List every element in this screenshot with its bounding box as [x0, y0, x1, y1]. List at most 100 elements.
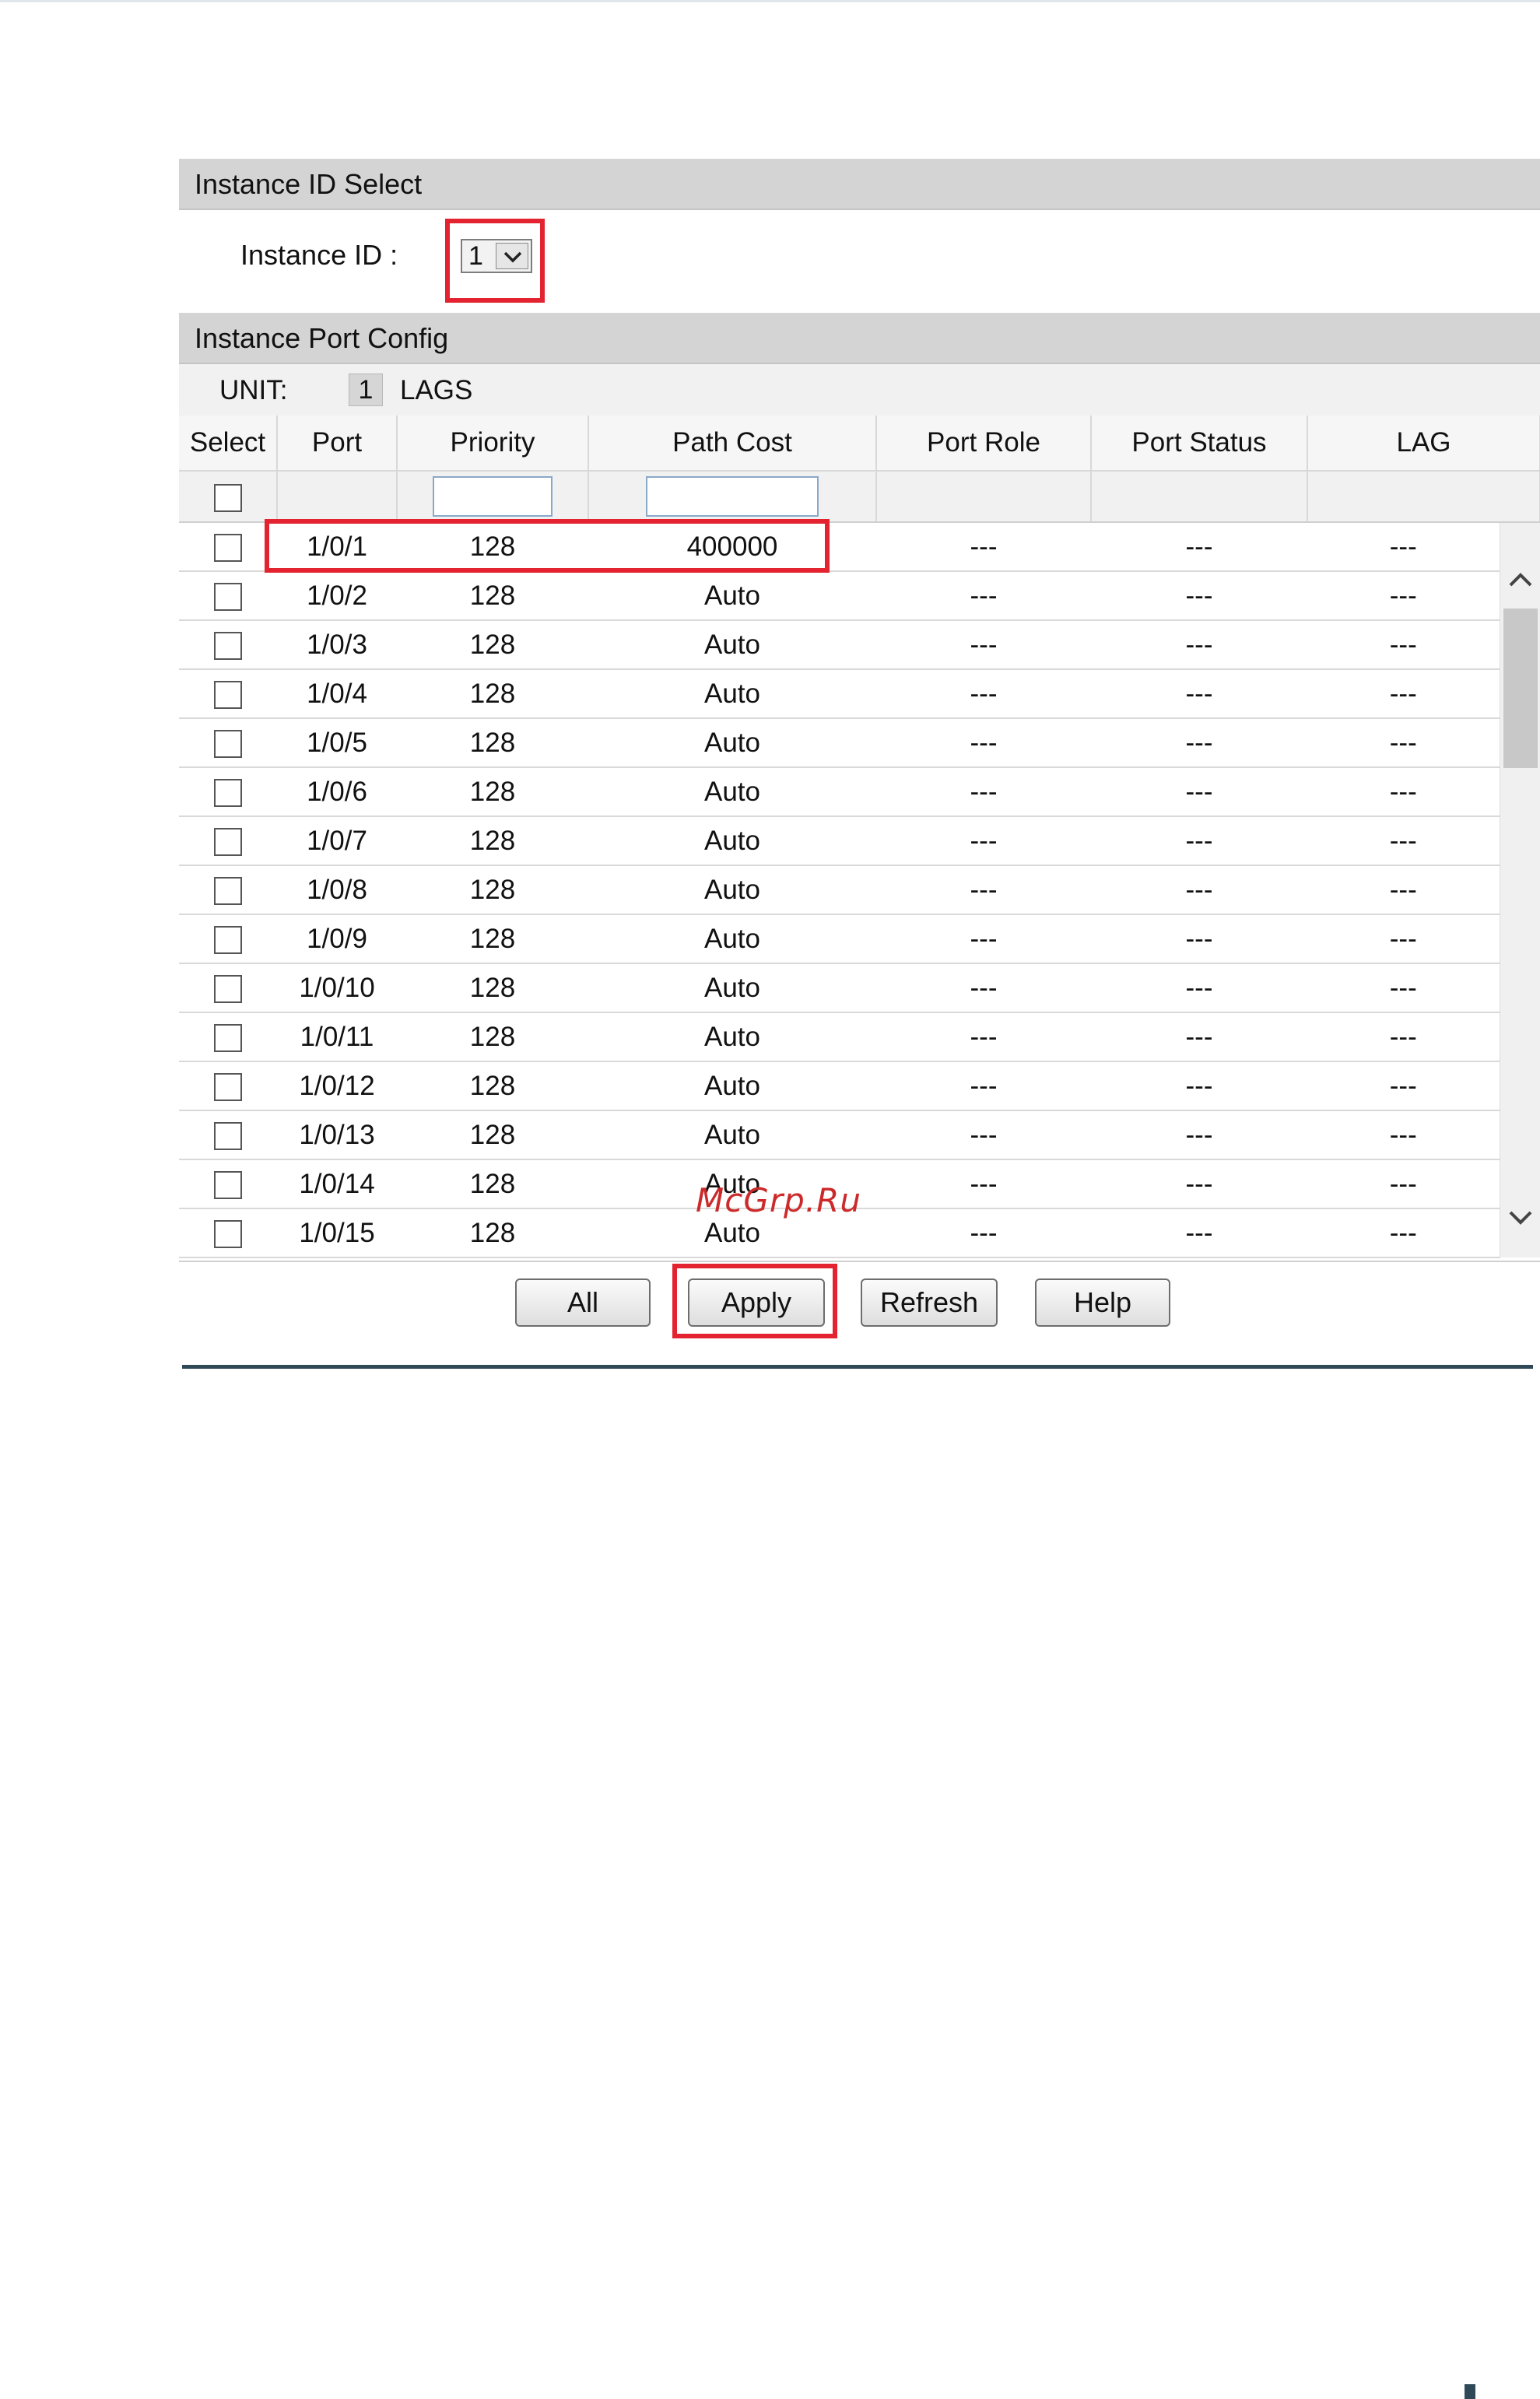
top-rule: [0, 0, 1540, 2]
port-role-cell: ---: [876, 1061, 1091, 1111]
priority-cell: 128: [397, 865, 588, 915]
row-checkbox[interactable]: [214, 583, 242, 612]
select-cell: [179, 914, 277, 964]
port-status-cell: ---: [1091, 767, 1307, 817]
row-checkbox[interactable]: [214, 828, 242, 857]
row-checkbox[interactable]: [214, 1220, 242, 1249]
column-header-port-role: Port Role: [876, 416, 1092, 472]
help-button[interactable]: Help: [1035, 1278, 1170, 1327]
port-status-cell: ---: [1091, 1208, 1307, 1258]
table-row[interactable]: 1/0/2 128 Auto --- --- ---: [179, 571, 1540, 621]
priority-cell: 128: [397, 669, 588, 719]
select-cell: [179, 767, 277, 817]
path-cost-input[interactable]: [646, 476, 819, 517]
priority-cell: 128: [397, 1012, 588, 1062]
row-checkbox[interactable]: [214, 877, 242, 906]
select-cell: [179, 620, 277, 670]
vertical-scrollbar[interactable]: [1499, 522, 1540, 1257]
row-checkbox[interactable]: [214, 681, 242, 710]
unit-tab-1[interactable]: 1: [349, 374, 383, 406]
row-checkbox[interactable]: [214, 1024, 242, 1053]
port-status-cell: ---: [1091, 1012, 1307, 1062]
table-row[interactable]: 1/0/12 128 Auto --- --- ---: [179, 1061, 1540, 1111]
lag-cell: ---: [1307, 914, 1500, 964]
scrollbar-track[interactable]: [1500, 523, 1540, 1257]
port-cell: 1/0/15: [277, 1208, 397, 1258]
select-cell: [179, 669, 277, 719]
port-cell: 1/0/6: [277, 767, 397, 817]
table-row[interactable]: 1/0/9 128 Auto --- --- ---: [179, 914, 1540, 964]
table-row[interactable]: 1/0/3 128 Auto --- --- ---: [179, 620, 1540, 670]
priority-cell: 128: [397, 767, 588, 817]
select-cell: [179, 816, 277, 866]
row-checkbox[interactable]: [214, 1171, 242, 1200]
scrollbar-thumb[interactable]: [1503, 609, 1538, 768]
filter-port-role-cell: [876, 471, 1092, 523]
port-role-cell: ---: [876, 571, 1091, 621]
port-status-cell: ---: [1091, 1159, 1307, 1209]
port-cell: 1/0/14: [277, 1159, 397, 1209]
port-rows: 1/0/1 128 400000 --- --- --- 1/0/2 128 Auto --- --…: [179, 522, 1540, 1258]
table-row[interactable]: 1/0/5 128 Auto --- --- ---: [179, 718, 1540, 768]
path-cost-cell: Auto: [588, 914, 876, 964]
table-row[interactable]: 1/0/6 128 Auto --- --- ---: [179, 767, 1540, 817]
select-cell: [179, 1159, 277, 1209]
port-cell: 1/0/11: [277, 1012, 397, 1062]
port-role-cell: ---: [876, 718, 1091, 768]
select-cell: [179, 963, 277, 1013]
port-status-cell: ---: [1091, 1110, 1307, 1160]
select-cell: [179, 865, 277, 915]
row-checkbox[interactable]: [214, 975, 242, 1004]
port-role-cell: ---: [876, 1159, 1091, 1209]
unit-row: UNIT: 1 LAGS: [179, 364, 1540, 416]
select-all-checkbox[interactable]: [213, 483, 242, 512]
table-row[interactable]: 1/0/10 128 Auto --- --- ---: [179, 963, 1540, 1013]
table-row[interactable]: 1/0/4 128 Auto --- --- ---: [179, 669, 1540, 719]
path-cost-cell: Auto: [588, 718, 876, 768]
port-role-cell: ---: [876, 669, 1091, 719]
chevron-down-icon[interactable]: [1507, 1203, 1535, 1231]
port-cell: 1/0/10: [277, 963, 397, 1013]
table-row[interactable]: 1/0/7 128 Auto --- --- ---: [179, 816, 1540, 866]
lag-cell: ---: [1307, 1159, 1500, 1209]
all-button[interactable]: All: [515, 1278, 651, 1327]
row-checkbox[interactable]: [214, 926, 242, 955]
row-checkbox[interactable]: [214, 1073, 242, 1102]
lags-tab[interactable]: LAGS: [400, 374, 472, 408]
column-header-path-cost: Path Cost: [588, 416, 877, 472]
filter-port-cell: [277, 471, 398, 523]
chevron-up-icon[interactable]: [1507, 566, 1535, 594]
refresh-button[interactable]: Refresh: [861, 1278, 998, 1327]
row-checkbox[interactable]: [214, 632, 242, 661]
path-cost-cell: Auto: [588, 816, 876, 866]
table-row[interactable]: 1/0/11 128 Auto --- --- ---: [179, 1012, 1540, 1062]
path-cost-cell: Auto: [588, 620, 876, 670]
lag-cell: ---: [1307, 620, 1500, 670]
row-checkbox[interactable]: [214, 534, 242, 563]
priority-cell: 128: [397, 963, 588, 1013]
lag-cell: ---: [1307, 718, 1500, 768]
port-role-cell: ---: [876, 816, 1091, 866]
priority-cell: 128: [397, 1159, 588, 1209]
lag-cell: ---: [1307, 1110, 1500, 1160]
path-cost-cell: Auto: [588, 1012, 876, 1062]
filter-path-cost-cell: [588, 471, 877, 523]
lag-cell: ---: [1307, 816, 1500, 866]
filter-port-status-cell: [1091, 471, 1308, 523]
apply-button-highlight: [672, 1264, 837, 1338]
row-checkbox[interactable]: [214, 1122, 242, 1151]
priority-input[interactable]: [433, 476, 553, 517]
port-cell: 1/0/5: [277, 718, 397, 768]
table-row[interactable]: 1/0/8 128 Auto --- --- ---: [179, 865, 1540, 915]
priority-cell: 128: [397, 571, 588, 621]
table-row[interactable]: 1/0/13 128 Auto --- --- ---: [179, 1110, 1540, 1160]
corner-mark: [1465, 2384, 1475, 2399]
row-checkbox[interactable]: [214, 779, 242, 808]
port-status-cell: ---: [1091, 522, 1307, 572]
priority-cell: 128: [397, 620, 588, 670]
select-cell: [179, 718, 277, 768]
row-checkbox[interactable]: [214, 730, 242, 759]
bottom-rule: [182, 1365, 1533, 1369]
priority-cell: 128: [397, 1208, 588, 1258]
path-cost-cell: Auto: [588, 571, 876, 621]
